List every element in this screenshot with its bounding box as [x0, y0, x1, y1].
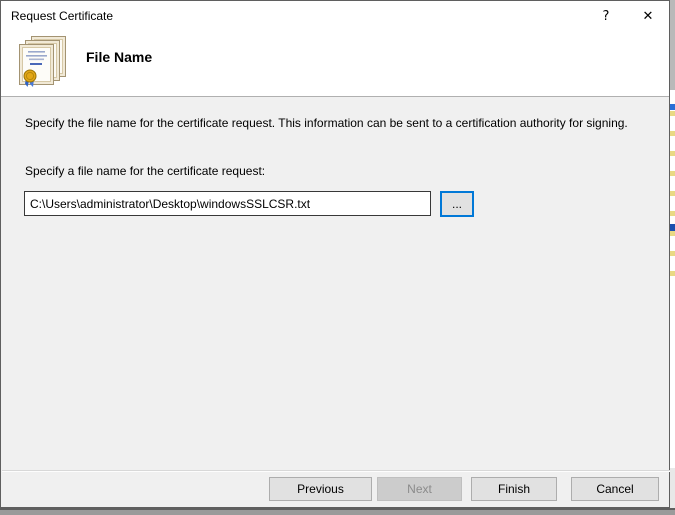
finish-button[interactable]: Finish	[471, 477, 557, 501]
window-title: Request Certificate	[1, 9, 113, 23]
footer-separator	[2, 470, 670, 472]
wizard-header: File Name	[1, 31, 669, 97]
close-icon: ✕	[643, 9, 654, 24]
previous-button[interactable]: Previous	[269, 477, 372, 501]
background-window-blue-mark	[670, 104, 675, 110]
page-title: File Name	[86, 49, 152, 65]
titlebar: Request Certificate ? ✕	[1, 1, 669, 31]
help-button[interactable]: ?	[585, 1, 627, 31]
request-certificate-dialog: Request Certificate ? ✕	[0, 0, 670, 508]
background-window-tree-icons	[670, 98, 675, 276]
background-window-edge	[670, 0, 675, 515]
file-path-input[interactable]	[24, 191, 431, 216]
close-button[interactable]: ✕	[627, 1, 669, 31]
background-window-edge-top	[670, 0, 675, 90]
background-window-bottom-strip	[0, 508, 675, 515]
cancel-button[interactable]: Cancel	[571, 477, 659, 501]
certificates-stack-icon	[15, 36, 67, 88]
browse-button[interactable]: ...	[440, 191, 474, 217]
next-button[interactable]: Next	[377, 477, 462, 501]
titlebar-controls: ? ✕	[585, 1, 669, 31]
background-window-blue-mark	[670, 224, 675, 231]
file-name-label: Specify a file name for the certificate …	[25, 164, 265, 178]
help-icon: ?	[603, 9, 610, 24]
description-text: Specify the file name for the certificat…	[25, 114, 641, 132]
